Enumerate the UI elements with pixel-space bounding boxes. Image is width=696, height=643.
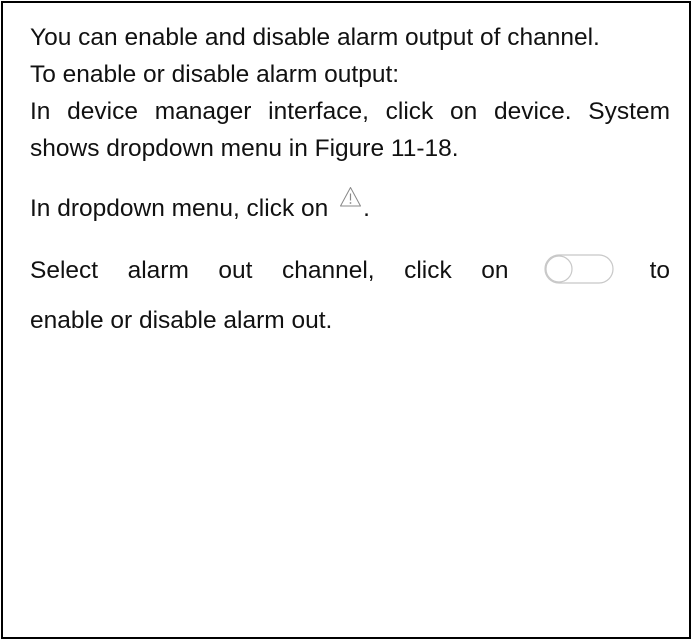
step-3-text: Select alarm out channel, click on to: [30, 249, 670, 293]
step-2-before-icon: In dropdown menu, click on: [30, 195, 329, 222]
step-3-continuation: enable or disable alarm out.: [30, 307, 333, 334]
document-body: You can enable and disable alarm output …: [30, 19, 670, 339]
step-2-text: In dropdown menu, click on .: [30, 186, 670, 227]
procedure-heading: To enable or disable alarm output:: [30, 61, 400, 88]
step-1-text: In device manager interface, click on de…: [30, 98, 670, 162]
step-3-after-icon: to: [649, 257, 671, 284]
document-frame: You can enable and disable alarm output …: [1, 1, 691, 639]
toggle-switch-off-icon: [544, 254, 614, 284]
step-3-before-icon: Select alarm out channel, click on: [30, 257, 509, 284]
step-2-after-icon: .: [363, 195, 370, 222]
warning-triangle-icon: [340, 187, 362, 207]
intro-paragraph: You can enable and disable alarm output …: [30, 24, 600, 51]
